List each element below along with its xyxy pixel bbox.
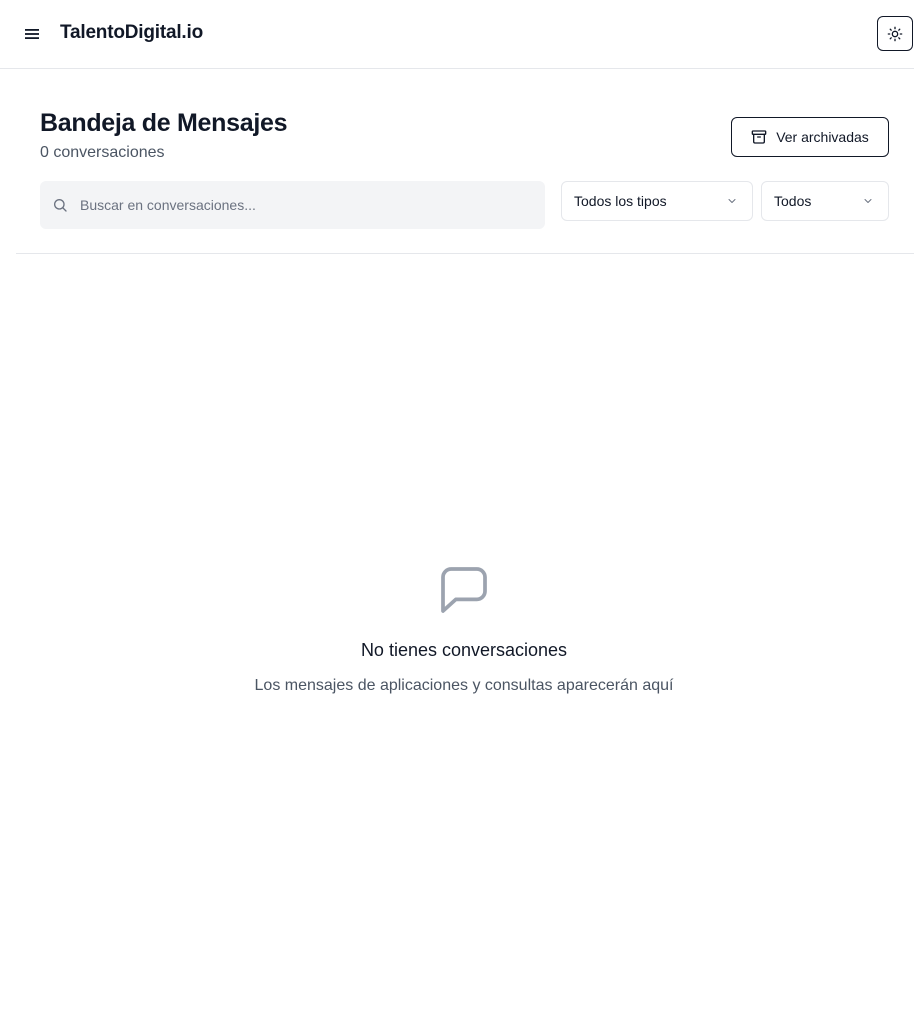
archive-icon <box>751 130 767 144</box>
brand-logo[interactable]: TalentoDigital.io <box>60 22 203 44</box>
status-filter-select[interactable]: Todos <box>761 181 889 221</box>
view-archived-button[interactable]: Ver archivadas <box>731 117 889 157</box>
section-divider <box>16 253 914 254</box>
menu-icon <box>25 29 39 39</box>
type-filter-select[interactable]: Todos los tipos <box>561 181 753 221</box>
menu-button[interactable] <box>22 24 42 44</box>
chevron-down-icon <box>728 199 736 203</box>
sun-icon <box>887 26 903 41</box>
message-square-icon <box>441 567 487 613</box>
conversation-count: 0 conversaciones <box>40 144 165 161</box>
theme-toggle-button[interactable] <box>877 16 913 51</box>
search-icon <box>54 199 67 212</box>
page-title: Bandeja de Mensajes <box>40 109 288 137</box>
top-bar: TalentoDigital.io <box>0 0 914 69</box>
search-box <box>40 181 545 229</box>
type-filter-value: Todos los tipos <box>574 193 667 209</box>
empty-state-title: No tienes conversaciones <box>360 640 568 660</box>
search-input[interactable] <box>80 181 530 229</box>
view-archived-label: Ver archivadas <box>776 129 869 145</box>
chevron-down-icon <box>864 199 872 203</box>
status-filter-value: Todos <box>774 193 812 209</box>
empty-state-description: Los mensajes de aplicaciones y consultas… <box>254 677 674 694</box>
